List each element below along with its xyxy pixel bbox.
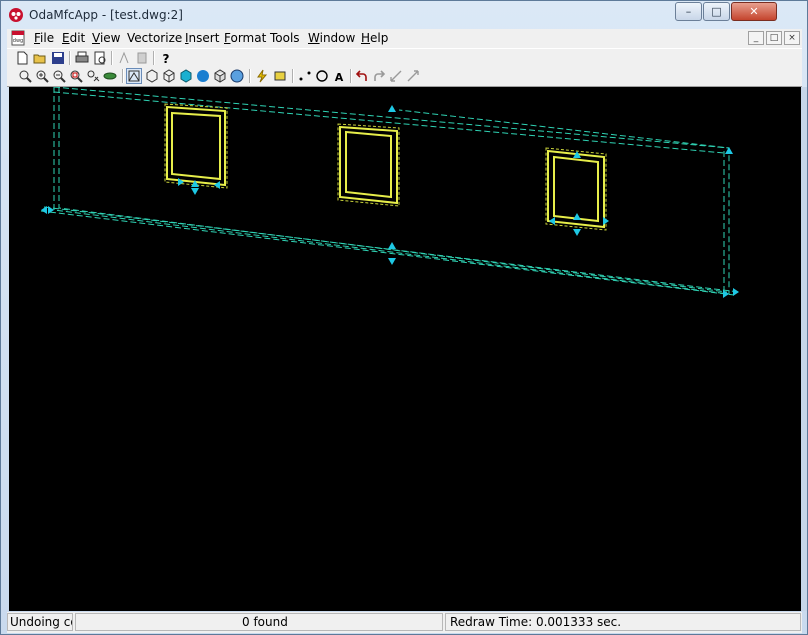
status-bar: Undoing cor 0 found Redraw Time: 0.00133… [7, 612, 802, 633]
drawing-canvas[interactable] [9, 86, 801, 611]
mdi-restore-button[interactable]: □ [766, 31, 782, 45]
help-icon[interactable]: ? [158, 50, 174, 66]
zoom-out-icon[interactable] [51, 68, 67, 84]
status-message: Undoing cor [7, 613, 73, 631]
menu-edit[interactable]: Edit [62, 31, 85, 45]
zoom-extents-icon[interactable] [68, 68, 84, 84]
window-frame-center [337, 123, 400, 207]
new-file-icon[interactable] [14, 50, 30, 66]
wall-base-line [40, 210, 735, 296]
2d-wireframe-icon[interactable] [126, 68, 142, 84]
save-disk-icon[interactable] [50, 50, 66, 66]
app-logo-icon [9, 8, 23, 22]
svg-text:dwg: dwg [13, 38, 23, 44]
menu-format[interactable]: Format [224, 31, 266, 45]
zoom-in-icon[interactable] [34, 68, 50, 84]
svg-text:A: A [335, 71, 344, 83]
paste-disabled-icon[interactable] [134, 50, 150, 66]
gouraud-shaded-icon[interactable] [195, 68, 211, 84]
toolbar-separator [122, 69, 124, 83]
view-toolbar: A [7, 67, 802, 87]
mdi-minimize-button[interactable]: _ [748, 31, 764, 45]
toolbar-separator [111, 51, 113, 65]
render-icon[interactable] [272, 68, 288, 84]
menu-file[interactable]: File [34, 31, 54, 45]
menu-window[interactable]: Window [308, 31, 355, 45]
toolbar-separator [350, 69, 352, 83]
3d-wireframe-icon[interactable] [144, 68, 160, 84]
window-title: OdaMfcApp - [test.dwg:2] [29, 8, 183, 22]
close-button[interactable]: ✕ [731, 2, 777, 21]
gouraud-shaded-edges-icon[interactable] [229, 68, 245, 84]
wall-base-line-2 [43, 206, 740, 293]
flat-shaded-icon[interactable] [178, 68, 194, 84]
circle-icon[interactable] [314, 68, 330, 84]
status-redraw-time: Redraw Time: 0.001333 sec. [445, 613, 801, 631]
title-bar[interactable]: OdaMfcApp - [test.dwg:2] – □ ✕ [1, 1, 807, 29]
orbit-icon[interactable] [102, 68, 118, 84]
print-icon[interactable] [74, 50, 90, 66]
vertical-scrollbar[interactable] [801, 87, 807, 611]
document-icon[interactable]: dwg [10, 30, 26, 46]
menu-view[interactable]: View [92, 31, 120, 45]
standard-toolbar: ? [7, 48, 802, 68]
wall-top-line-2 [53, 91, 725, 154]
menu-tools[interactable]: Tools [270, 31, 300, 45]
undo-icon[interactable] [354, 68, 370, 84]
app-window: OdaMfcApp - [test.dwg:2] – □ ✕ dwg File … [0, 0, 808, 635]
lightning-icon[interactable] [254, 68, 270, 84]
print-preview-icon[interactable] [92, 50, 108, 66]
status-found-count: 0 found [75, 613, 443, 631]
svg-text:?: ? [163, 52, 170, 65]
window-frame-left [164, 103, 228, 189]
mdi-close-button[interactable]: × [784, 31, 800, 45]
menu-vectorize[interactable]: Vectorize [127, 31, 182, 45]
pan-icon[interactable] [85, 68, 101, 84]
maximize-button[interactable]: □ [703, 2, 730, 21]
toolbar-separator [153, 51, 155, 65]
redo-icon[interactable] [371, 68, 387, 84]
line-icon[interactable] [388, 68, 404, 84]
minimize-button[interactable]: – [675, 2, 702, 21]
ray-icon[interactable] [405, 68, 421, 84]
menu-help[interactable]: Help [361, 31, 388, 45]
cut-disabled-icon[interactable] [116, 50, 132, 66]
toolbar-separator [249, 69, 251, 83]
cad-drawing [40, 86, 740, 298]
zoom-window-icon[interactable] [17, 68, 33, 84]
toolbar-separator [292, 69, 294, 83]
text-icon[interactable]: A [331, 68, 347, 84]
menu-insert[interactable]: Insert [185, 31, 219, 45]
open-folder-icon[interactable] [32, 50, 48, 66]
point-icon[interactable] [297, 68, 313, 84]
flat-shaded-edges-icon[interactable] [212, 68, 228, 84]
menu-bar: dwg File Edit View Vectorize Insert Form… [7, 29, 802, 48]
hidden-line-icon[interactable] [161, 68, 177, 84]
toolbar-separator [69, 51, 71, 65]
